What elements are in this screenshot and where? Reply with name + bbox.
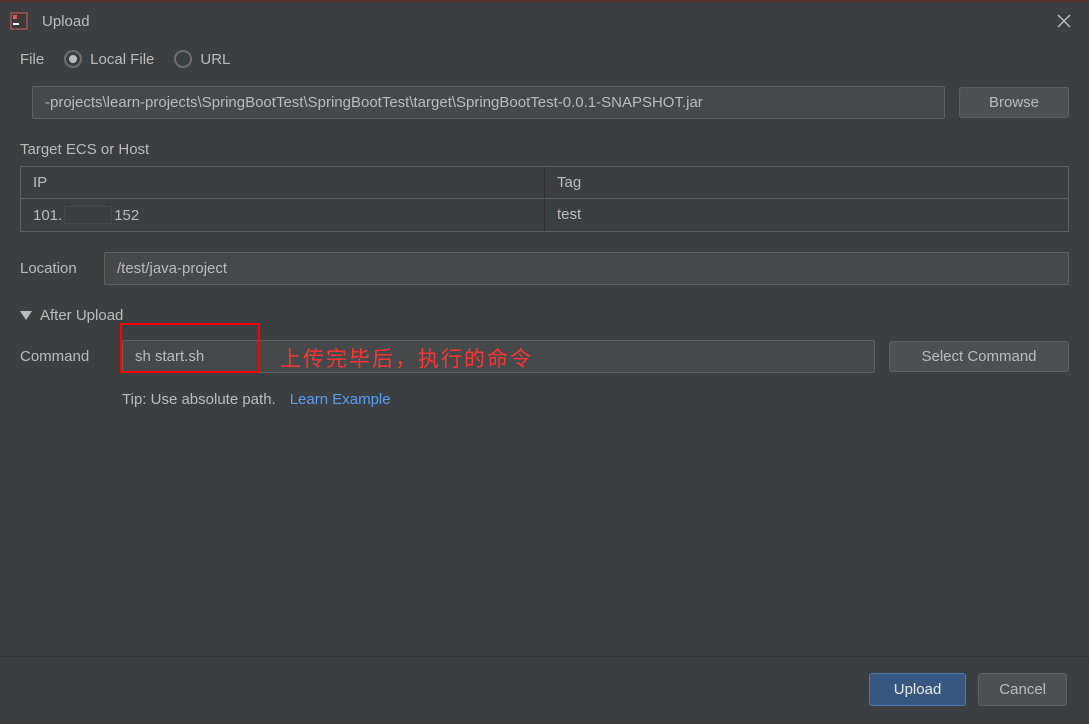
close-button[interactable] xyxy=(1049,6,1079,36)
table-header-ip: IP xyxy=(21,167,545,198)
radio-local-file-label: Local File xyxy=(90,51,154,68)
ip-suffix: 152 xyxy=(114,207,139,224)
radio-local-file[interactable]: Local File xyxy=(64,50,154,68)
learn-example-link[interactable]: Learn Example xyxy=(290,391,391,408)
table-header-tag: Tag xyxy=(545,167,1068,198)
file-path-input[interactable] xyxy=(32,86,945,119)
chevron-down-icon xyxy=(20,311,32,320)
radio-icon xyxy=(64,50,82,68)
intellij-icon xyxy=(10,12,28,30)
radio-url-label: URL xyxy=(200,51,230,68)
dialog-footer: Upload Cancel xyxy=(0,656,1089,724)
ip-redacted-block xyxy=(64,206,112,224)
table-row[interactable]: 101. 152 test xyxy=(21,199,1068,231)
radio-url[interactable]: URL xyxy=(174,50,230,68)
close-icon xyxy=(1057,14,1071,28)
titlebar: Upload xyxy=(0,0,1089,40)
command-row: Command 上传完毕后，执行的命令 Select Command xyxy=(20,340,1069,373)
ip-prefix: 101. xyxy=(33,207,62,224)
upload-button[interactable]: Upload xyxy=(869,673,967,706)
radio-icon xyxy=(174,50,192,68)
dialog-content: File Local File URL Browse Target ECS or… xyxy=(0,40,1089,428)
file-path-row: Browse xyxy=(20,86,1069,119)
file-source-radio-group: Local File URL xyxy=(64,50,230,68)
browse-button[interactable]: Browse xyxy=(959,87,1069,118)
command-label: Command xyxy=(20,348,108,365)
location-label: Location xyxy=(20,260,90,277)
tip-text: Tip: Use absolute path. xyxy=(122,391,276,408)
cancel-button[interactable]: Cancel xyxy=(978,673,1067,706)
select-command-button[interactable]: Select Command xyxy=(889,341,1069,372)
location-input[interactable] xyxy=(104,252,1069,285)
dialog-title: Upload xyxy=(42,13,90,30)
command-input[interactable] xyxy=(122,340,875,373)
file-label: File xyxy=(20,51,44,68)
target-table: IP Tag 101. 152 test xyxy=(20,166,1069,232)
tip-row: Tip: Use absolute path. Learn Example xyxy=(20,391,1069,408)
titlebar-left: Upload xyxy=(10,12,90,30)
table-cell-ip: 101. 152 xyxy=(21,199,545,231)
file-source-row: File Local File URL xyxy=(20,50,1069,68)
table-cell-tag: test xyxy=(545,199,1068,231)
table-header-row: IP Tag xyxy=(21,167,1068,199)
after-upload-header[interactable]: After Upload xyxy=(20,307,1069,324)
location-row: Location xyxy=(20,252,1069,285)
after-upload-label: After Upload xyxy=(40,307,123,324)
target-section-label: Target ECS or Host xyxy=(20,141,1069,158)
